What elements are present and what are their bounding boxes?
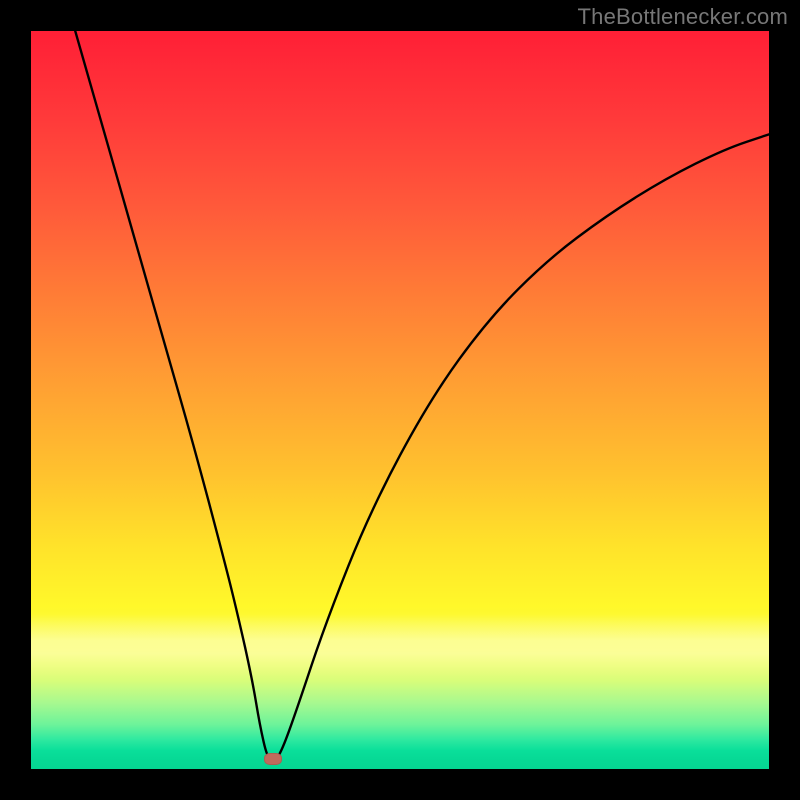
- plot-frame: [28, 28, 772, 772]
- min-marker: [264, 753, 282, 765]
- curve-svg: [31, 31, 769, 769]
- watermark-text: TheBottlenecker.com: [578, 4, 788, 30]
- chart-stage: TheBottlenecker.com: [0, 0, 800, 800]
- curve-path: [75, 31, 769, 760]
